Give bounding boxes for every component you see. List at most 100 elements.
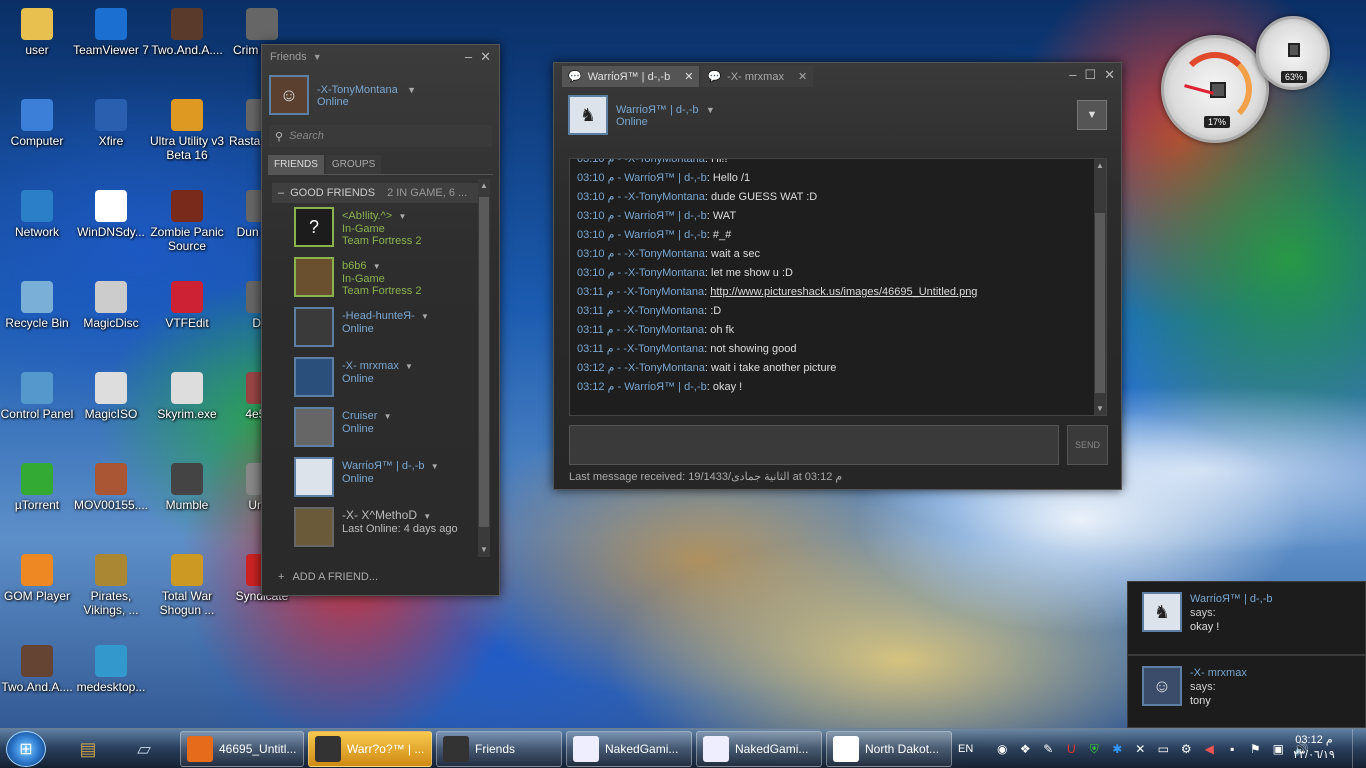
friend-menu-chevron-icon[interactable]: ▼ — [370, 262, 381, 271]
close-tab-icon[interactable]: ✕ — [684, 70, 693, 83]
chat-message-input[interactable] — [569, 425, 1059, 465]
scroll-down-icon[interactable]: ▼ — [478, 543, 490, 557]
xfire-tray-icon[interactable]: ✕ — [1132, 741, 1148, 757]
friend-item[interactable]: ? <Ab!lity.^> ▼ In-Game Team Fortress 2 — [294, 207, 421, 247]
friend-menu-chevron-icon[interactable]: ▼ — [396, 212, 406, 221]
scroll-thumb[interactable] — [479, 197, 489, 527]
taskbar-button[interactable]: Warr?o?™ | ... — [308, 731, 432, 767]
friend-avatar[interactable] — [294, 307, 334, 347]
friend-menu-chevron-icon[interactable]: ▼ — [419, 312, 429, 321]
close-icon[interactable]: ✕ — [480, 49, 491, 65]
taskbar-button[interactable]: NakedGami... — [566, 731, 692, 767]
shield-tray-icon[interactable]: ⛨ — [1086, 741, 1102, 757]
desktop-icon[interactable]: Skyrim.exe — [148, 372, 226, 421]
minimize-icon[interactable]: – — [465, 49, 472, 65]
send-button[interactable]: SEND — [1067, 425, 1108, 465]
chat-notification-warrior[interactable]: ♞ WarrίoЯ™ | d-,-b says: okay ! — [1127, 581, 1366, 655]
taskbar-button[interactable]: NakedGami... — [696, 731, 822, 767]
desktop-icon[interactable]: Control Panel — [0, 372, 76, 421]
my-profile[interactable]: ☺ -X-TonyMontana ▼ Online — [262, 69, 499, 121]
add-friend-button[interactable]: + ADD A FRIEND... — [278, 571, 378, 583]
scroll-up-icon[interactable]: ▲ — [478, 179, 490, 193]
friend-item[interactable]: -Head-hunteЯ- ▼ Online — [294, 307, 429, 347]
desktop-icon[interactable]: TeamViewer 7 — [72, 8, 150, 57]
close-tab-icon[interactable]: ✕ — [798, 70, 807, 83]
group-header-good-friends[interactable]: – GOOD FRIENDS 2 IN GAME, 6 ... — [272, 183, 485, 203]
friend-avatar[interactable] — [294, 257, 334, 297]
steam-tray-icon[interactable]: ⚙ — [1178, 741, 1194, 757]
desktop-icon[interactable]: Mumble — [148, 463, 226, 512]
start-button[interactable]: ⊞ — [6, 731, 46, 767]
tool-tray-icon[interactable]: ✎ — [1040, 741, 1056, 757]
scroll-thumb[interactable] — [1095, 213, 1105, 393]
books-quicklaunch-icon[interactable]: ▤ — [72, 734, 104, 764]
friend-avatar[interactable] — [294, 507, 334, 547]
desktop-icon[interactable]: µTorrent — [0, 463, 76, 512]
hardware-tray-icon[interactable]: ▪ — [1224, 741, 1240, 757]
tab-friends[interactable]: FRIENDS — [268, 155, 324, 174]
chat-notification-mrxmax[interactable]: ☺ -X- mrxmax says: tony — [1127, 655, 1366, 728]
desktop-icon[interactable]: Zombie Panic Source — [148, 190, 226, 253]
desktop-icon[interactable]: WinDNSdy... — [72, 190, 150, 239]
desktop-icon[interactable]: MagicISO — [72, 372, 150, 421]
friends-menu-chevron-icon[interactable]: ▼ — [313, 52, 322, 62]
clock[interactable]: 03:12 م ٢٣/٠٦/١٩ — [1284, 733, 1344, 763]
ultra-utility-tray-icon[interactable]: U — [1063, 741, 1079, 757]
chat-tab-mrxmax[interactable]: 💬 -X- mrxmax ✕ — [701, 66, 814, 87]
desktop-icon[interactable]: GOM Player — [0, 554, 76, 603]
friend-list-scrollbar[interactable]: ▲ ▼ — [478, 179, 490, 557]
bluetooth-tray-icon[interactable]: ✱ — [1109, 741, 1125, 757]
friend-menu-chevron-icon[interactable]: ▼ — [403, 362, 413, 371]
minimize-icon[interactable]: – — [1069, 67, 1076, 83]
desktop-icon[interactable]: Network — [0, 190, 76, 239]
friend-menu-chevron-icon[interactable]: ▼ — [381, 412, 392, 421]
desktop-icon[interactable]: Ultra Utility v3 Beta 16 — [148, 99, 226, 162]
friend-avatar[interactable] — [294, 407, 334, 447]
desktop-icon[interactable]: MagicDisc — [72, 281, 150, 330]
desktop-icon[interactable]: Two.And.A.... — [0, 645, 76, 694]
desktop-icon[interactable]: Total War Shogun ... — [148, 554, 226, 617]
desktop-icon[interactable]: user — [0, 8, 76, 57]
maximize-icon[interactable]: ☐ — [1084, 67, 1096, 83]
friend-item[interactable]: -X- mrxmax ▼ Online — [294, 357, 413, 397]
show-desktop-button[interactable] — [1352, 729, 1366, 768]
display-tray-icon[interactable]: ▭ — [1155, 741, 1171, 757]
friends-titlebar[interactable]: Friends ▼ – ✕ — [262, 45, 499, 69]
desktop-icon[interactable]: Pirates, Vikings, ... — [72, 554, 150, 617]
desktop-icon[interactable]: medesktop... — [72, 645, 150, 694]
chat-scrollbar[interactable]: ▲ ▼ — [1094, 159, 1106, 415]
taskbar-button[interactable]: 46695_Untitl... — [180, 731, 304, 767]
chat-options-dropdown[interactable]: ▼ — [1077, 100, 1107, 130]
message-link[interactable]: http://www.pictureshack.us/images/46695_… — [710, 286, 977, 298]
chat-tab-warrior[interactable]: 💬 WarrίoЯ™ | d-,-b ✕ — [562, 66, 700, 87]
friend-item[interactable]: -X- X^MethoD ▼ Last Online: 4 days ago — [294, 507, 458, 547]
memory-meter-gadget[interactable]: 63% — [1256, 16, 1330, 90]
desktop-icon[interactable]: Two.And.A.... — [148, 8, 226, 57]
flag-tray-icon[interactable]: ⚑ — [1247, 741, 1263, 757]
friend-item[interactable]: b6b6 ▼ In-Game Team Fortress 2 — [294, 257, 421, 297]
notes-quicklaunch-icon[interactable]: ▱ — [128, 734, 160, 764]
desktop-icon[interactable]: Recycle Bin — [0, 281, 76, 330]
friend-item[interactable]: Cruiser ▼ Online — [294, 407, 392, 447]
language-indicator[interactable]: EN — [958, 743, 973, 755]
my-avatar[interactable]: ☺ — [269, 75, 309, 115]
contact-menu-chevron-icon[interactable]: ▼ — [706, 105, 715, 115]
tab-groups[interactable]: GROUPS — [325, 155, 382, 174]
status-menu-chevron-icon[interactable]: ▼ — [407, 85, 416, 95]
collapse-icon[interactable]: – — [278, 187, 284, 199]
contact-avatar[interactable]: ♞ — [568, 95, 608, 135]
friend-avatar[interactable]: ? — [294, 207, 334, 247]
network-tray-icon[interactable]: ◉ — [994, 741, 1010, 757]
taskbar-button[interactable]: North Dakot... — [826, 731, 952, 767]
speaker-tray-icon[interactable]: ◀ — [1201, 741, 1217, 757]
scroll-up-icon[interactable]: ▲ — [1094, 161, 1106, 170]
taskbar-button[interactable]: Friends — [436, 731, 562, 767]
scroll-down-icon[interactable]: ▼ — [1094, 404, 1106, 413]
dropbox-tray-icon[interactable]: ❖ — [1017, 741, 1033, 757]
friend-avatar[interactable] — [294, 457, 334, 497]
friend-avatar[interactable] — [294, 357, 334, 397]
desktop-icon[interactable]: MOV00155.... — [72, 463, 150, 512]
close-icon[interactable]: ✕ — [1104, 67, 1115, 83]
friend-menu-chevron-icon[interactable]: ▼ — [421, 512, 431, 521]
friend-item[interactable]: WarrίoЯ™ | d-,-b ▼ Online — [294, 457, 439, 497]
